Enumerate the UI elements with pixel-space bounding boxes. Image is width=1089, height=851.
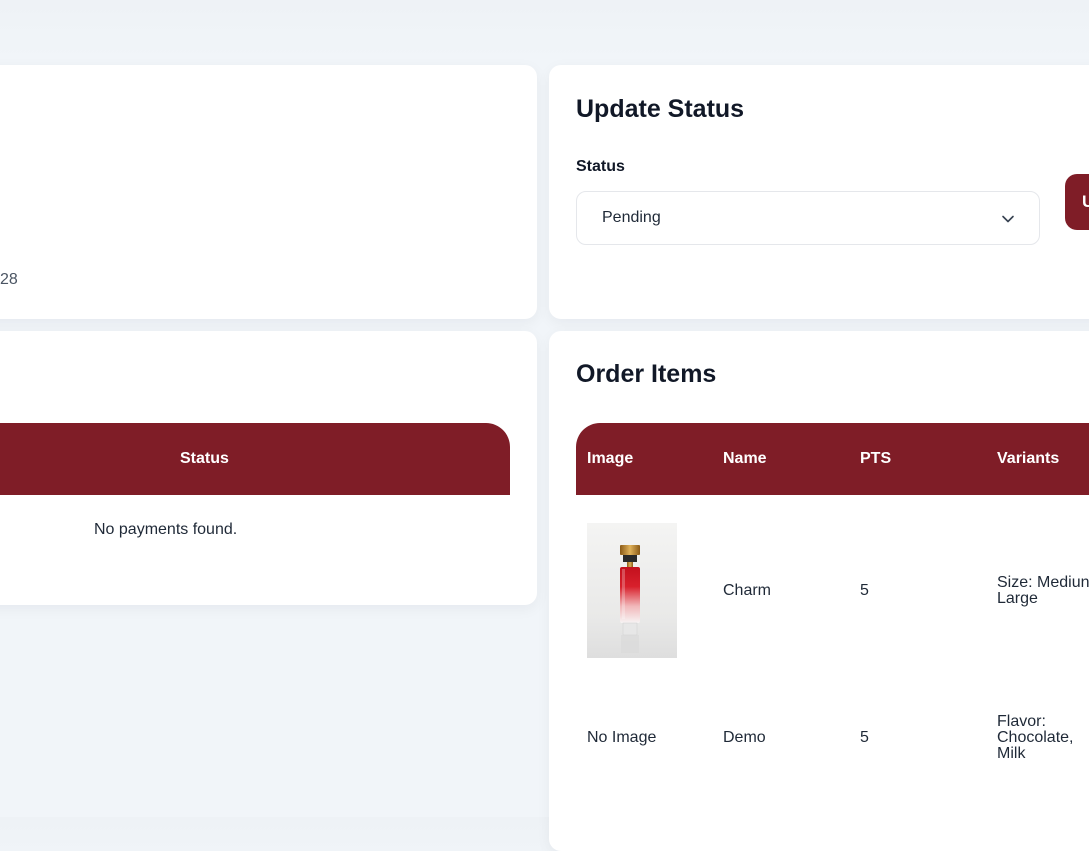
payments-table-header: Status: [0, 423, 510, 495]
update-status-card: Update Status Status Pending U: [549, 65, 1089, 319]
item-pts: 5: [860, 582, 869, 599]
update-status-button-label: U: [1082, 192, 1089, 211]
chevron-down-icon: [1002, 215, 1014, 223]
order-info-value: 28: [0, 271, 18, 288]
variant-line: Milk: [997, 745, 1026, 762]
payments-empty-message: No payments found.: [94, 521, 238, 538]
variant-line: Flavor:: [997, 713, 1046, 730]
column-pts: PTS: [860, 450, 892, 467]
no-image-text: No Image: [587, 729, 657, 746]
update-status-button[interactable]: U: [1065, 174, 1089, 230]
order-items-title: Order Items: [576, 360, 717, 388]
order-items-card: Order Items Image Name PTS Variants Char…: [549, 331, 1089, 851]
order-info-card: 28: [0, 65, 537, 319]
payments-column-status: Status: [180, 450, 229, 467]
update-status-title: Update Status: [576, 95, 745, 123]
perfume-bottle-icon: [620, 545, 640, 653]
item-name: Demo: [723, 729, 766, 746]
payments-card: Status No payments found.: [0, 331, 537, 605]
order-items-table-header: Image Name PTS Variants: [576, 423, 1089, 495]
variant-line: Chocolate,: [997, 729, 1074, 746]
item-pts: 5: [860, 729, 869, 746]
column-image: Image: [587, 450, 634, 467]
item-name: Charm: [723, 582, 772, 599]
product-image: [587, 523, 677, 658]
variant-line: Large: [997, 590, 1038, 607]
item-variants: Flavor: Chocolate, Milk: [997, 714, 1074, 762]
column-name: Name: [723, 450, 767, 467]
status-select-value: Pending: [602, 209, 661, 226]
item-variants: Size: Mediun Large: [997, 575, 1089, 607]
status-label: Status: [576, 158, 625, 175]
variant-line: Size: Mediun: [997, 574, 1089, 591]
column-variants: Variants: [997, 450, 1060, 467]
status-select[interactable]: Pending: [576, 191, 1040, 245]
